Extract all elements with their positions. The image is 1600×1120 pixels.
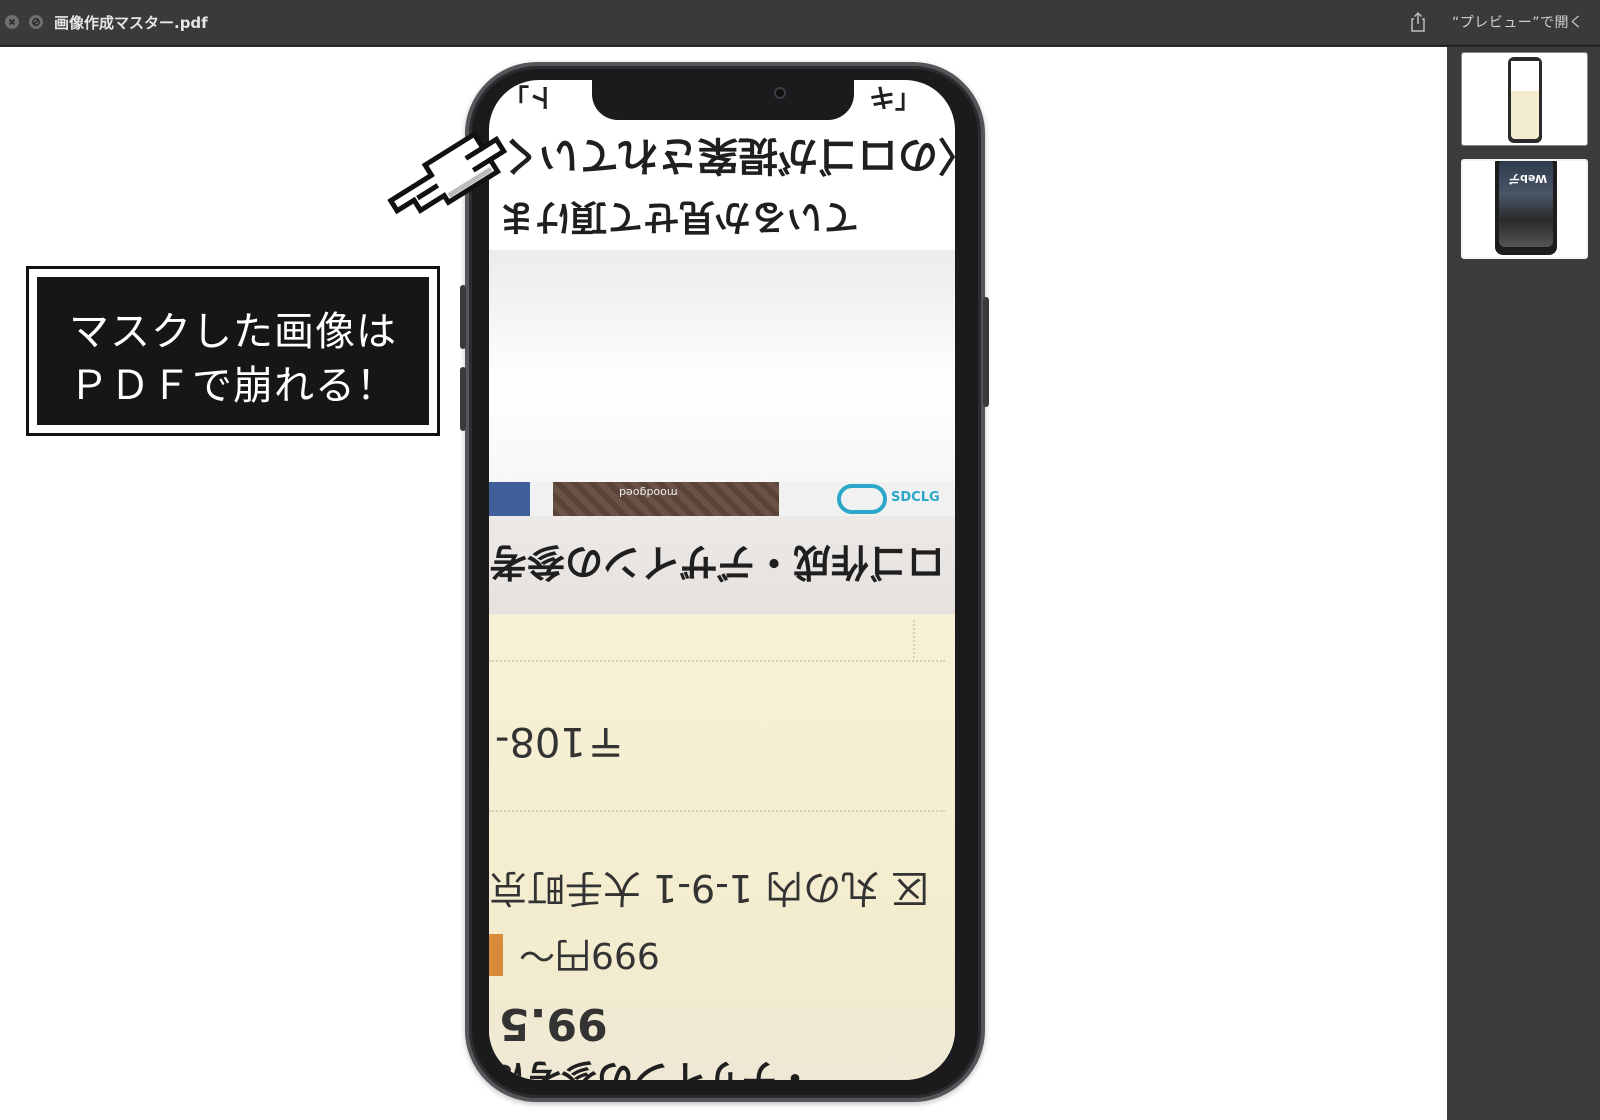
phone-side-button <box>983 297 989 407</box>
screen-heading: ロゴ作成・デザインの参考 <box>489 540 946 584</box>
thumbnail-label: Webデ <box>1509 172 1548 185</box>
callout-inner: マスクした画像は ＰＤＦで崩れる！ <box>37 277 429 425</box>
thumbnail-screen <box>1511 61 1539 139</box>
postal-code: 〒108- <box>495 718 626 764</box>
screen-text-line: 〈のロゴが提案されていく <box>499 132 955 178</box>
callout-box: マスクした画像は ＰＤＦで崩れる！ <box>26 266 440 436</box>
minimize-icon[interactable] <box>29 15 43 29</box>
price-tag <box>489 934 503 976</box>
screen-text-line: ているか見せて頂けま <box>499 196 860 237</box>
screen-blank-band <box>489 250 955 482</box>
phone-notch <box>592 80 854 120</box>
close-icon[interactable] <box>5 15 19 29</box>
logo-brand-text: SDCLG <box>891 490 940 505</box>
title-bar: 画像作成マスター.pdf “プレビュー”で開く <box>0 0 1600 46</box>
dotted-divider <box>913 620 915 658</box>
phone-side-button <box>460 367 466 431</box>
callout-line-1: マスクした画像は <box>69 309 397 355</box>
callout-line-2: ＰＤＦで崩れる！ <box>69 363 397 409</box>
phone-side-button <box>460 285 466 349</box>
logo-blue <box>489 482 530 516</box>
address-text: 区 丸の内 1-9-1 大手町京 <box>489 866 930 910</box>
share-icon[interactable] <box>1408 11 1428 33</box>
logo-brown-text: moodgoed <box>619 486 678 499</box>
page-thumbnail-1[interactable] <box>1461 52 1588 146</box>
pointing-hand-icon <box>387 130 508 215</box>
pdf-page: ト」 「キ 〈のロゴが提案されていく ているか見せて頂けま moodgoed S… <box>0 47 1447 1120</box>
screen-corner-text-left: ト」 <box>503 81 556 111</box>
logo-brown: moodgoed <box>553 482 779 516</box>
page-thumbnail-2[interactable]: Webデ <box>1461 159 1588 259</box>
thumbnail-phone <box>1508 57 1542 143</box>
dotted-divider <box>489 810 945 812</box>
open-in-preview-button[interactable]: “プレビュー”で開く <box>1452 12 1584 32</box>
logo-strip: moodgoed SDCLG <box>489 482 955 516</box>
rating-value: 99.5 <box>499 998 608 1049</box>
price-text: 999円～ <box>519 934 660 975</box>
phone-screen: ト」 「キ 〈のロゴが提案されていく ているか見せて頂けま moodgoed S… <box>489 80 955 1080</box>
camera-icon <box>774 87 786 99</box>
document-title: 画像作成マスター.pdf <box>54 14 208 32</box>
dotted-divider <box>489 660 945 662</box>
screen-bottom-text: ・デザインの参考に <box>489 1056 814 1080</box>
thumbnail-sidebar: Webデ <box>1447 47 1600 1120</box>
screen-corner-text-right: 「キ <box>869 81 922 111</box>
logo-s-mark <box>837 484 887 514</box>
